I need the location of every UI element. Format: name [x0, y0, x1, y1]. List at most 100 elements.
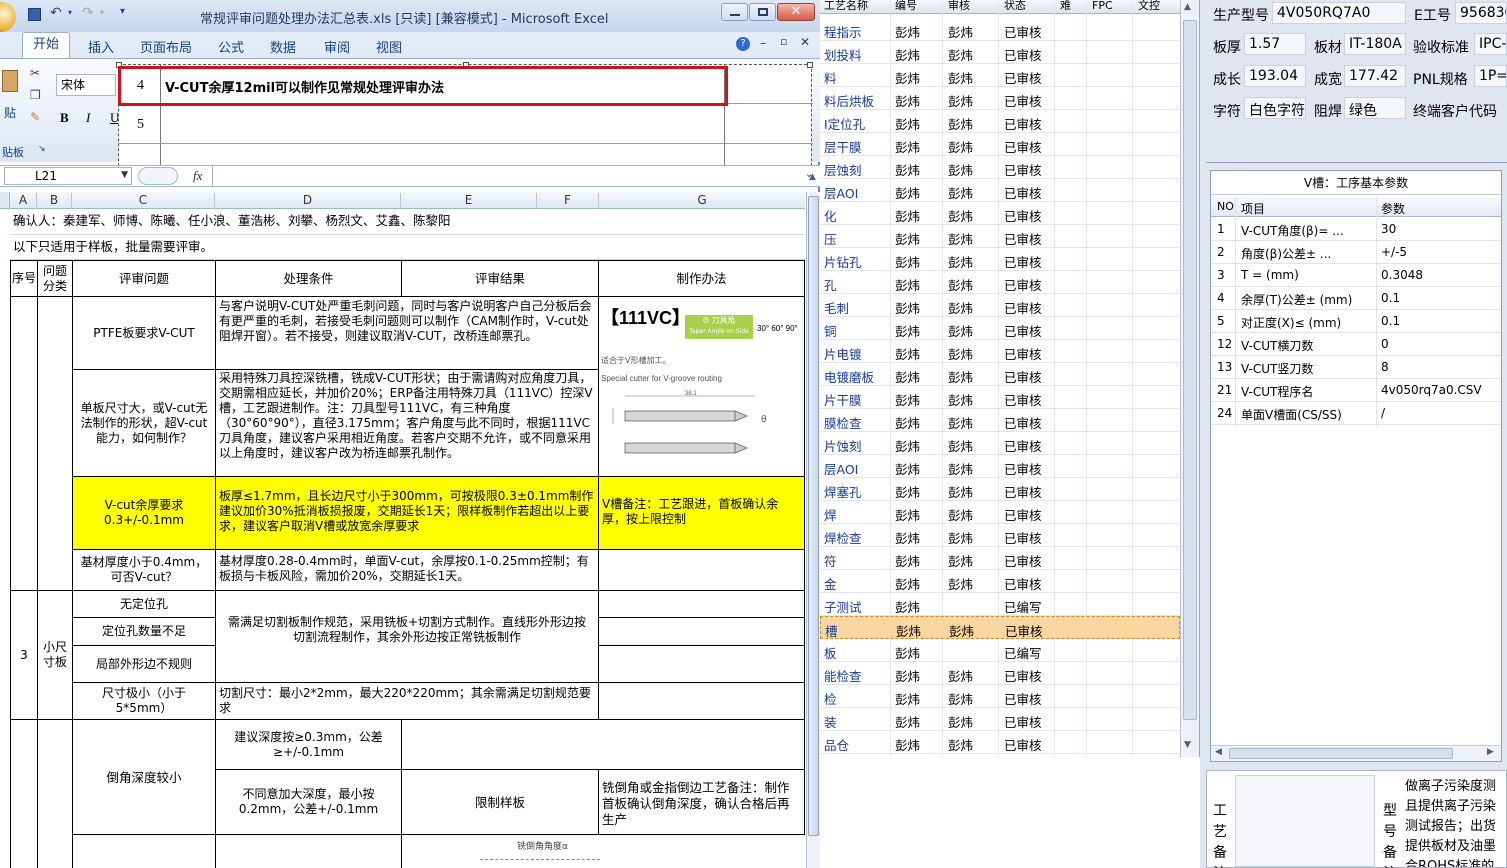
- station-row[interactable]: 层AOI 彭炜 彭炜 已审核: [820, 455, 1180, 478]
- station-row[interactable]: I定位孔 彭炜 彭炜 已审核: [820, 110, 1180, 133]
- material-field[interactable]: IT-180A: [1344, 33, 1406, 55]
- station-row[interactable]: 符 彭炜 彭炜 已审核: [820, 547, 1180, 570]
- tab-data[interactable]: 数据: [270, 37, 296, 56]
- tab-page-layout[interactable]: 页面布局: [140, 37, 192, 56]
- station-row[interactable]: 铜 彭炜 彭炜 已审核: [820, 317, 1180, 340]
- station-row[interactable]: 层AOI 彭炜 彭炜 已审核: [820, 179, 1180, 202]
- minimize-button[interactable]: [721, 3, 748, 21]
- vcut-param-row[interactable]: 4 余厚(T)公差± (mm) 0.1: [1211, 287, 1501, 310]
- seq-cell[interactable]: [10, 297, 38, 591]
- sheet-scroll-thumb[interactable]: [808, 196, 819, 836]
- width-field[interactable]: 177.42: [1344, 65, 1406, 87]
- station-row[interactable]: 毛刺 彭炜 彭炜 已审核: [820, 294, 1180, 317]
- col-item[interactable]: 项目: [1241, 200, 1265, 217]
- cond-chamfer-suggest[interactable]: 建议深度按≥0.3mm，公差≥+/-0.1mm: [216, 720, 402, 770]
- station-row[interactable]: 品仓 彭炜 彭炜 已审核: [820, 731, 1180, 754]
- station-row[interactable]: 划投料 彭炜 彭炜 已审核: [820, 41, 1180, 64]
- cond-chamfer-min[interactable]: 不同意加大深度，最小按0.2mm，公差+/-0.1mm: [216, 770, 402, 835]
- process-notes-field[interactable]: [1235, 775, 1375, 867]
- station-row[interactable]: 子测试 彭炜 已编写: [820, 593, 1180, 616]
- column-header-a[interactable]: A: [10, 193, 37, 209]
- method-few-positioning-holes[interactable]: [599, 618, 805, 646]
- cut-icon[interactable]: ✂: [30, 66, 40, 80]
- column-header-e[interactable]: E: [401, 193, 537, 209]
- station-row[interactable]: 化 彭炜 彭炜 已审核: [820, 202, 1180, 225]
- eng-field[interactable]: 95683C: [1455, 2, 1507, 24]
- name-box-dropdown-icon[interactable]: ▼: [121, 170, 128, 180]
- save-icon[interactable]: [28, 8, 41, 21]
- station-row[interactable]: 电镀磨板 彭炜 彭炜 已审核: [820, 363, 1180, 386]
- cond-next[interactable]: [216, 835, 402, 868]
- col-header-name[interactable]: 工艺名称: [824, 0, 868, 11]
- mask-field[interactable]: 绿色: [1344, 97, 1406, 119]
- paste-button[interactable]: 贴: [0, 70, 22, 140]
- header-result[interactable]: 评审结果: [402, 260, 599, 297]
- cond-ptfe[interactable]: 与客户说明V-CUT处严重毛刺问题，同时与客户说明客户自己分板后会有更严重的毛刺…: [216, 297, 599, 370]
- handle-top-right[interactable]: [807, 62, 813, 68]
- issue-vcut-residual[interactable]: V-cut余厚要求0.3+/-0.1mm: [73, 477, 216, 550]
- font-name-box[interactable]: 宋体: [56, 74, 116, 96]
- issue-next[interactable]: [73, 835, 216, 868]
- issue-no-positioning-hole[interactable]: 无定位孔: [73, 591, 216, 618]
- station-row[interactable]: 片钻孔 彭炜 彭炜 已审核: [820, 248, 1180, 271]
- tool-image-cell[interactable]: 【111VC】 Θ 刀具角 Taper Angle on Side 30° 60…: [599, 297, 805, 477]
- vcut-param-row[interactable]: 5 对正度(X)≤ (mm) 0.1: [1211, 310, 1501, 333]
- col-param[interactable]: 参数: [1381, 200, 1405, 217]
- vcut-param-row[interactable]: 1 V-CUT角度(β)= ... 30: [1211, 218, 1501, 241]
- issue-base-thickness[interactable]: 基材厚度小于0.4mm，可否V-cut？: [73, 550, 216, 591]
- length-field[interactable]: 193.04: [1244, 65, 1306, 87]
- office-button[interactable]: [0, 2, 16, 32]
- station-row[interactable]: 金 彭炜 彭炜 已审核: [820, 570, 1180, 593]
- method-base-thickness[interactable]: [599, 550, 805, 591]
- chamfer-image[interactable]: 铣倒角角度α: [402, 835, 805, 868]
- header-condition[interactable]: 处理条件: [216, 260, 402, 297]
- station-row[interactable]: 焊 彭炜 彭炜 已审核: [820, 501, 1180, 524]
- confirmers-line[interactable]: 确认人：秦建军、师博、陈曦、任小浪、董浩彬、刘攀、杨烈文、艾鑫、陈黎阳: [13, 213, 451, 228]
- station-row[interactable]: 槽 彭炜 彭炜 已审核: [820, 616, 1180, 639]
- category-cell[interactable]: [38, 297, 73, 591]
- station-row[interactable]: 片干膜 彭炜 彭炜 已审核: [820, 386, 1180, 409]
- col-header-review[interactable]: 审核: [948, 0, 970, 11]
- header-seq[interactable]: 序号: [10, 260, 38, 297]
- method-no-positioning-hole[interactable]: [599, 591, 805, 618]
- close-button[interactable]: ✕: [777, 3, 815, 21]
- col-header-code[interactable]: 编号: [895, 0, 917, 11]
- seq-cell-next[interactable]: [10, 720, 38, 868]
- station-row[interactable]: 孔 彭炜 彭炜 已审核: [820, 271, 1180, 294]
- ribbon-minimize-icon[interactable]: –: [760, 36, 766, 50]
- redo-icon[interactable]: ↷: [82, 5, 94, 21]
- col-header-status[interactable]: 状态: [1004, 0, 1026, 11]
- model-field[interactable]: 4V050RQ7A0: [1272, 2, 1406, 24]
- cond-tiny-size[interactable]: 切割尺寸：最小2*2mm，最大220*220mm；其余需满足切割规范要求: [216, 683, 599, 720]
- accept-field[interactable]: IPC-: [1474, 33, 1507, 55]
- tab-view[interactable]: 视图: [376, 37, 402, 56]
- italic-button[interactable]: I: [86, 110, 90, 126]
- station-row[interactable]: 检 彭炜 彭炜 已审核: [820, 685, 1180, 708]
- station-list-scrollbar[interactable]: ▲ ▼: [1180, 0, 1199, 757]
- issue-chamfer-depth[interactable]: 倒角深度较小: [73, 720, 216, 835]
- col-no[interactable]: NO: [1217, 200, 1234, 213]
- station-row[interactable]: 层蚀刻 彭炜 彭炜 已审核: [820, 156, 1180, 179]
- result-chamfer-suggest[interactable]: [402, 720, 805, 770]
- cond-vcut-residual[interactable]: 板厚≤1.7mm，且长边尺寸小于300mm，可按极限0.3±0.1mm制作建议加…: [216, 477, 599, 550]
- scroll-thumb[interactable]: [1183, 20, 1197, 720]
- station-row[interactable]: 料 彭炜 彭炜 已审核: [820, 64, 1180, 87]
- copy-icon[interactable]: ❐: [30, 88, 41, 102]
- method-irregular-edge[interactable]: [599, 646, 805, 683]
- station-row[interactable]: 焊塞孔 彭炜 彭炜 已审核: [820, 478, 1180, 501]
- cond-small-board[interactable]: 需满足切割板制作规范，采用铣板+切割方式制作。直线形外形边按切割流程制作，其余外…: [216, 591, 599, 683]
- column-header-b[interactable]: B: [37, 193, 72, 209]
- method-tiny-size[interactable]: [599, 683, 805, 720]
- station-row[interactable]: 程指示 彭炜 彭炜 已审核: [820, 18, 1180, 41]
- issue-irregular-edge[interactable]: 局部外形边不规则: [73, 646, 216, 683]
- col-header-difficulty[interactable]: 难: [1060, 0, 1071, 11]
- station-row[interactable]: 焊检查 彭炜 彭炜 已审核: [820, 524, 1180, 547]
- vcut-param-row[interactable]: 13 V-CUT竖刀数 8: [1211, 356, 1501, 379]
- method-chamfer[interactable]: 铣倒角或金指倒边工艺备注：制作首板确认倒角深度，确认合格后再生产: [599, 770, 805, 835]
- model-notes-text[interactable]: 做离子污染度测且提供离子污染测试报告；出货提供板材及油墨合ROHS标准的: [1405, 777, 1505, 867]
- thickness-field[interactable]: 1.57: [1244, 33, 1306, 55]
- station-row[interactable]: 片蚀刻 彭炜 彭炜 已审核: [820, 432, 1180, 455]
- seq-3[interactable]: 3: [10, 591, 38, 720]
- tab-home[interactable]: 开始: [22, 32, 70, 58]
- col-header-fpc[interactable]: FPC: [1092, 0, 1113, 11]
